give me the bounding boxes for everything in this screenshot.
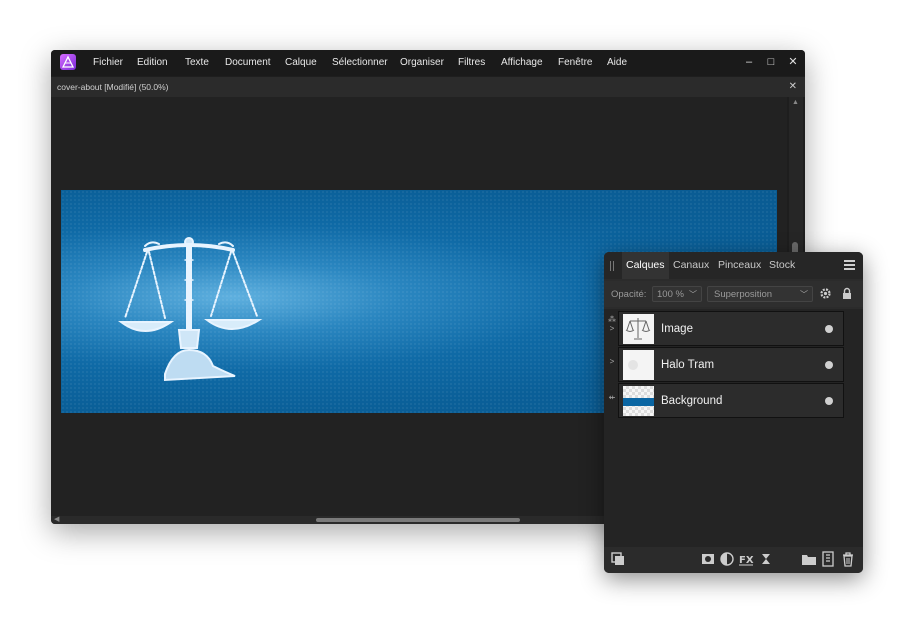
minimize-button[interactable]: –: [739, 50, 759, 76]
menu-calque[interactable]: Calque: [285, 50, 317, 76]
add-layer-icon[interactable]: [820, 551, 836, 567]
delete-layer-icon[interactable]: [840, 551, 856, 567]
menu-fichier[interactable]: Fichier: [93, 50, 123, 76]
adjustment-icon[interactable]: [719, 551, 735, 567]
menu-affichage[interactable]: Affichage: [501, 50, 543, 76]
tab-stock[interactable]: Stock: [769, 252, 795, 279]
horizontal-scroll-thumb[interactable]: [316, 518, 520, 522]
menu-texte[interactable]: Texte: [185, 50, 209, 76]
visibility-toggle-icon[interactable]: [825, 397, 833, 405]
menu-fenetre[interactable]: Fenêtre: [558, 50, 592, 76]
panel-footer-toolbar: FX: [604, 547, 863, 573]
panel-grip-icon[interactable]: [610, 261, 616, 271]
close-window-button[interactable]: ✕: [783, 50, 803, 76]
tab-calques[interactable]: Calques: [622, 252, 669, 279]
gear-icon[interactable]: [819, 287, 832, 300]
opacity-label: Opacité:: [611, 289, 647, 300]
layer-row-background[interactable]: Background: [618, 383, 844, 418]
menu-aide[interactable]: Aide: [607, 50, 627, 76]
layer-options-icon[interactable]: [610, 551, 626, 567]
opacity-field[interactable]: 100 % ﹀: [652, 286, 702, 302]
document-tab-title[interactable]: cover-about [Modifié] (50.0%): [57, 77, 169, 97]
maximize-button[interactable]: □: [761, 50, 781, 76]
layer-row-image[interactable]: Image: [618, 311, 844, 346]
chevron-down-icon: ﹀: [800, 290, 808, 299]
layer-lock-icon[interactable]: ⇷: [606, 393, 618, 402]
menu-edition[interactable]: Edition: [137, 50, 168, 76]
mask-icon[interactable]: [700, 551, 716, 567]
visibility-toggle-icon[interactable]: [825, 325, 833, 333]
layer-name: Background: [661, 395, 723, 407]
menu-bar: Fichier Edition Texte Document Calque Sé…: [51, 50, 805, 76]
layers-panel: Calques Canaux Pinceaux Stock Opacité: 1…: [604, 252, 863, 573]
layer-list: ⁂ > Image > Halo Tram ⇷ Background: [604, 309, 863, 547]
menu-selectionner[interactable]: Sélectionner: [332, 50, 388, 76]
panel-menu-icon[interactable]: [844, 260, 855, 270]
tab-pinceaux[interactable]: Pinceaux: [718, 252, 761, 279]
layer-options-row: Opacité: 100 % ﹀ Superposition ﹀: [604, 281, 863, 307]
chevron-down-icon: ﹀: [689, 290, 697, 299]
opacity-value: 100 %: [657, 289, 684, 300]
menu-filtres[interactable]: Filtres: [458, 50, 485, 76]
panel-tab-bar: Calques Canaux Pinceaux Stock: [604, 252, 863, 279]
scroll-left-arrow-icon[interactable]: ◀: [54, 515, 59, 523]
menu-organiser[interactable]: Organiser: [400, 50, 444, 76]
layer-row-halo-tram[interactable]: Halo Tram: [618, 347, 844, 382]
scroll-up-arrow-icon[interactable]: ▲: [792, 99, 799, 106]
layer-thumbnail: [623, 350, 654, 380]
visibility-toggle-icon[interactable]: [825, 361, 833, 369]
layer-name: Halo Tram: [661, 359, 715, 371]
tab-canaux[interactable]: Canaux: [673, 252, 709, 279]
link-icon[interactable]: ⁂ >: [606, 315, 618, 333]
blend-mode-value: Superposition: [714, 289, 773, 300]
menu-document[interactable]: Document: [225, 50, 271, 76]
affinity-logo-icon[interactable]: [60, 54, 76, 70]
svg-text:FX: FX: [739, 555, 754, 566]
group-folder-icon[interactable]: [801, 551, 817, 567]
layer-thumbnail: [623, 386, 654, 416]
fx-icon[interactable]: FX: [738, 551, 754, 567]
layer-thumbnail: [623, 314, 654, 344]
layer-name: Image: [661, 323, 693, 335]
blend-mode-select[interactable]: Superposition ﹀: [707, 286, 813, 302]
pixel-layer-icon[interactable]: [758, 551, 774, 567]
document-close-button[interactable]: ✕: [789, 77, 797, 97]
lock-icon[interactable]: [842, 287, 852, 300]
expand-chevron-icon[interactable]: >: [606, 357, 618, 366]
document-tab-bar: cover-about [Modifié] (50.0%) ✕: [51, 77, 805, 97]
